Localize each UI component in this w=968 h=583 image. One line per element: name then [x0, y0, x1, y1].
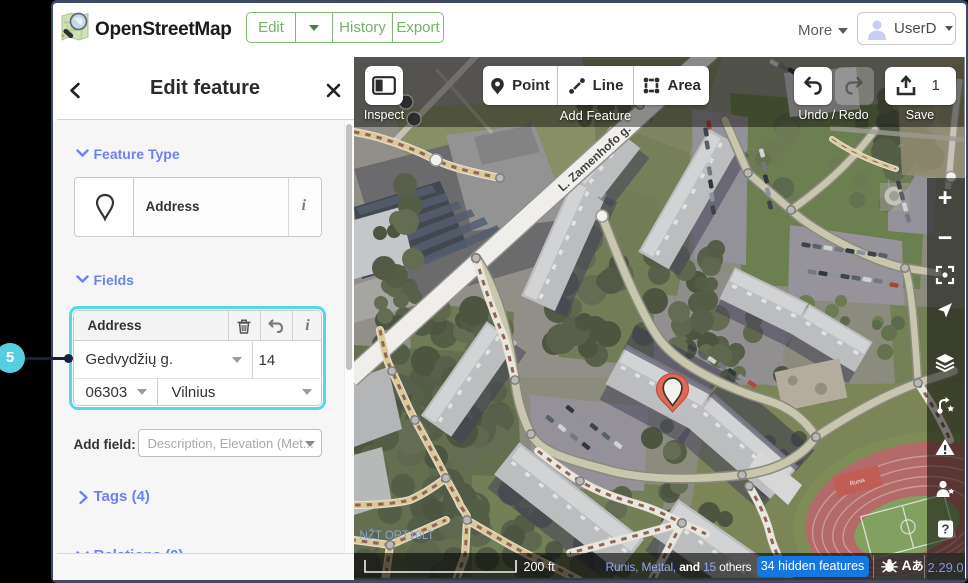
svg-text:?: ?	[941, 522, 949, 537]
